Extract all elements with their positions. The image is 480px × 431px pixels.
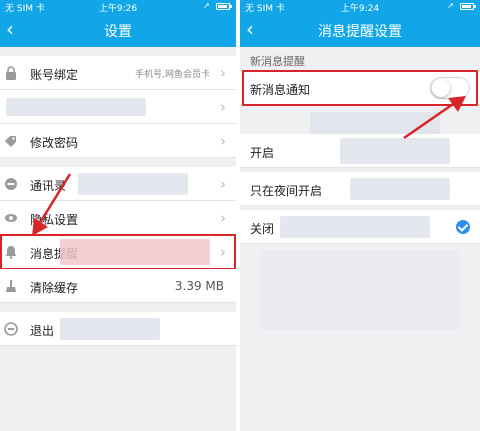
section-title: 新消息提醒 [250, 55, 305, 68]
chevron-right-icon: › [220, 175, 226, 193]
page-title: 消息提醒设置 [318, 24, 402, 40]
option-label: 开启 [250, 146, 275, 160]
cache-size: 3.39 MB [174, 279, 224, 293]
settings-item-logout[interactable]: 退出 [0, 312, 236, 346]
settings-item-account-binding[interactable]: 账号绑定 手机号,网鱼会员卡 › [0, 56, 236, 90]
settings-item-label: 账号绑定 [30, 68, 79, 82]
option-row-night-only[interactable]: 只在夜间开启 [240, 172, 480, 206]
chevron-right-icon: › [220, 132, 226, 150]
blurred-content [350, 178, 450, 200]
status-bar: 无 SIM 卡 上午9:24 ➚ [240, 0, 480, 14]
option-row-off[interactable]: 关闭 [240, 210, 480, 244]
blurred-content [78, 173, 188, 195]
location-icon: ➚ [447, 1, 454, 10]
chevron-right-icon: › [220, 209, 226, 227]
chevron-right-icon: › [220, 64, 226, 82]
option-label: 关闭 [250, 222, 275, 236]
settings-item-label: 退出 [30, 324, 55, 338]
message-reminder-settings-screen: 无 SIM 卡 上午9:24 ➚ ‹ 消息提醒设置 新消息提醒 新消息通知 开启… [240, 0, 480, 431]
settings-item-label: 清除缓存 [30, 281, 79, 295]
page-title: 设置 [104, 24, 132, 40]
checkmark-icon [456, 220, 470, 234]
settings-item-clear-cache[interactable]: 清除缓存 3.39 MB [0, 269, 236, 303]
blurred-content [6, 98, 146, 116]
settings-item-hint: 手机号,网鱼会员卡 [135, 70, 210, 80]
blurred-content [260, 250, 460, 330]
blurred-content [280, 216, 430, 238]
annotation-arrow-icon [32, 173, 72, 236]
location-icon: ➚ [203, 1, 210, 10]
settings-item-blurred[interactable]: › [0, 90, 236, 124]
battery-icon [216, 3, 232, 10]
navigation-bar: ‹ 设置 [0, 13, 236, 47]
annotation-arrow-icon [403, 96, 466, 140]
settings-screen: 无 SIM 卡 上午9:26 ➚ ‹ 设置 账号绑定 手机号,网鱼会员卡 › ›… [0, 0, 236, 431]
eye-icon [5, 214, 17, 222]
option-label: 只在夜间开启 [250, 184, 323, 198]
broom-icon [6, 280, 16, 292]
lock-icon [6, 66, 16, 80]
chevron-right-icon: › [220, 98, 226, 116]
settings-item-change-password[interactable]: 修改密码 › [0, 124, 236, 158]
blurred-content [60, 318, 160, 340]
settings-item-label: 修改密码 [30, 136, 79, 150]
status-bar: 无 SIM 卡 上午9:26 ➚ [0, 0, 236, 14]
minus-circle-icon [5, 178, 17, 190]
navigation-bar: ‹ 消息提醒设置 [240, 13, 480, 47]
battery-icon [460, 3, 476, 10]
tag-icon [5, 136, 16, 147]
logout-icon [4, 322, 18, 336]
